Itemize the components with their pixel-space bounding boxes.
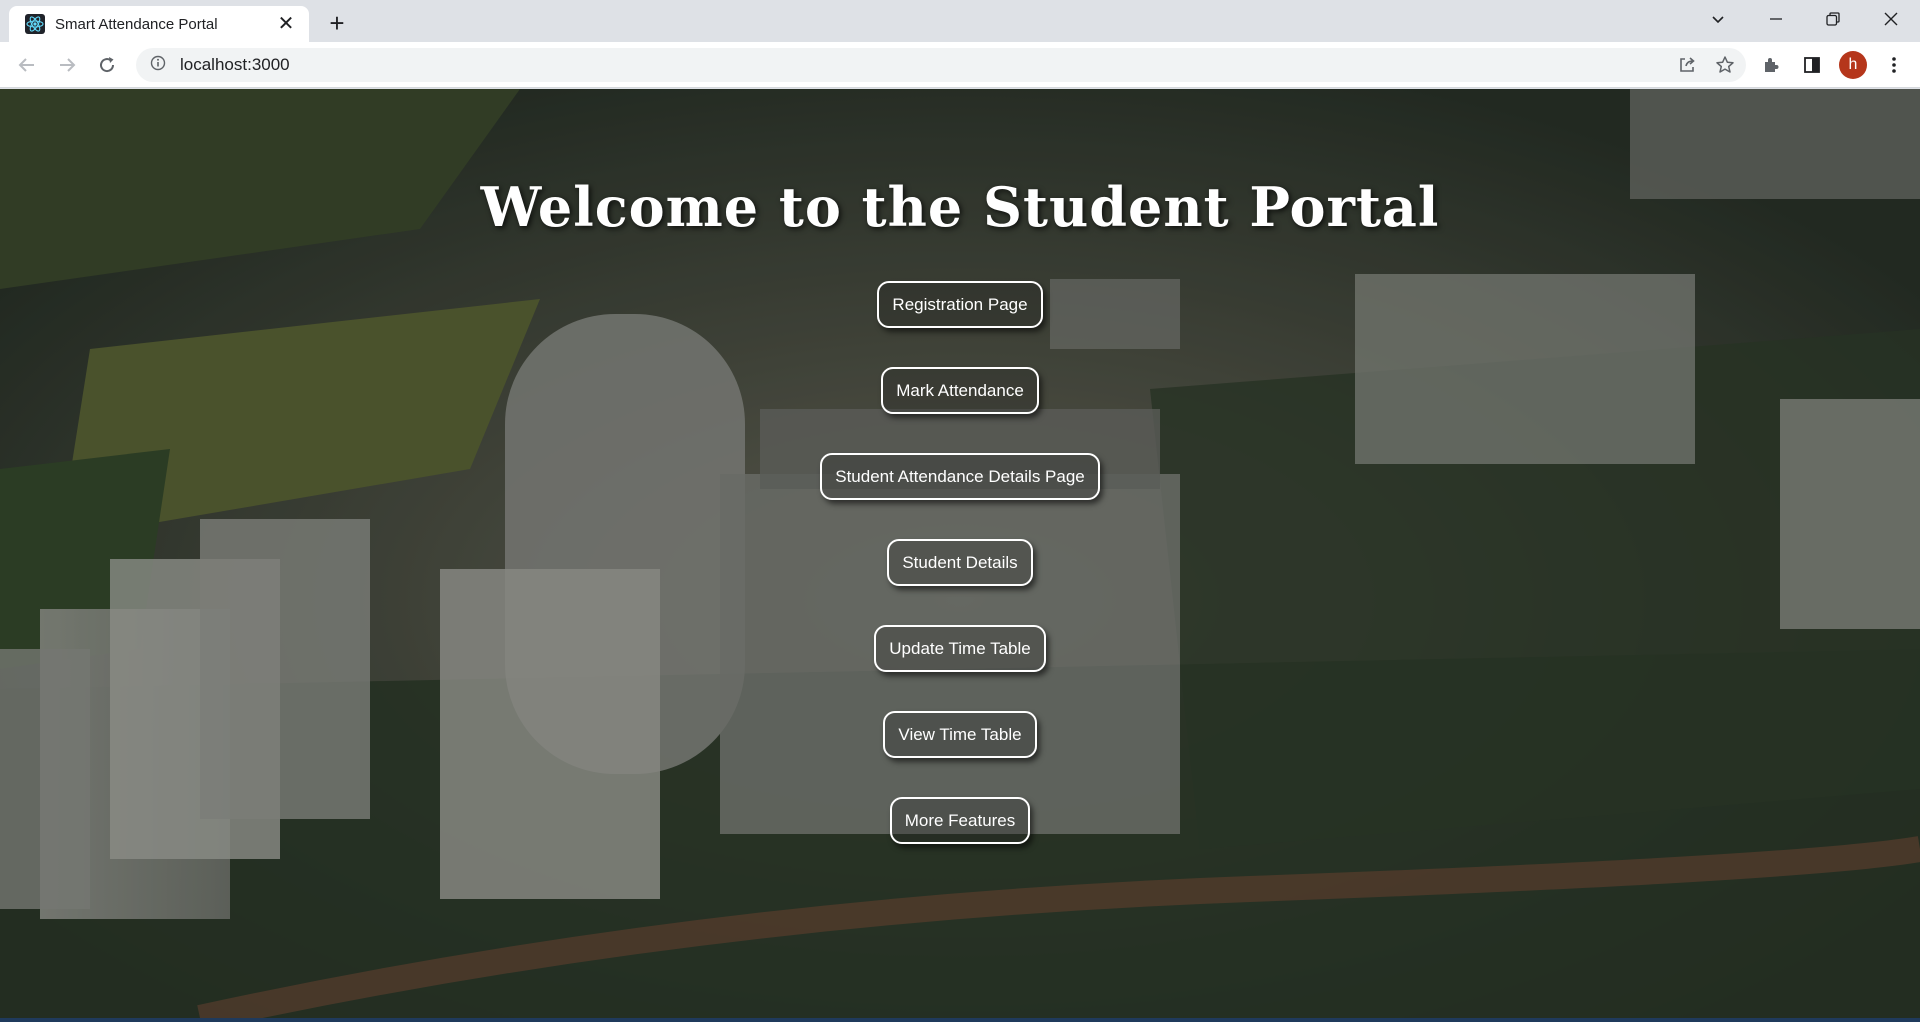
minimize-icon[interactable] bbox=[1761, 4, 1791, 34]
student-details-button[interactable]: Student Details bbox=[887, 539, 1033, 586]
browser-toolbar: localhost:3000 h bbox=[0, 42, 1920, 88]
tab-close-icon[interactable]: ✕ bbox=[275, 13, 297, 35]
browser-tab[interactable]: Smart Attendance Portal ✕ bbox=[9, 6, 309, 42]
back-arrow-icon[interactable] bbox=[12, 50, 42, 80]
new-tab-button[interactable]: + bbox=[322, 9, 352, 39]
portal-menu: Registration Page Mark Attendance Studen… bbox=[0, 281, 1920, 844]
restore-icon[interactable] bbox=[1818, 4, 1848, 34]
share-icon[interactable] bbox=[1672, 50, 1702, 80]
forward-arrow-icon[interactable] bbox=[52, 50, 82, 80]
tab-strip: Smart Attendance Portal ✕ + bbox=[0, 0, 1920, 42]
registration-page-button[interactable]: Registration Page bbox=[877, 281, 1043, 328]
info-icon[interactable] bbox=[150, 55, 166, 76]
update-time-table-button[interactable]: Update Time Table bbox=[874, 625, 1046, 672]
page-title: Welcome to the Student Portal bbox=[480, 175, 1440, 239]
close-icon[interactable] bbox=[1876, 4, 1906, 34]
profile-avatar[interactable]: h bbox=[1839, 51, 1867, 79]
react-favicon-icon bbox=[25, 14, 45, 34]
more-features-button[interactable]: More Features bbox=[889, 797, 1031, 844]
reload-icon[interactable] bbox=[92, 50, 122, 80]
mark-attendance-button[interactable]: Mark Attendance bbox=[881, 367, 1039, 414]
page-viewport: Welcome to the Student Portal Registrati… bbox=[0, 89, 1920, 1018]
tab-title: Smart Attendance Portal bbox=[55, 15, 218, 33]
address-bar[interactable]: localhost:3000 bbox=[136, 48, 1746, 82]
url-text: localhost:3000 bbox=[180, 55, 290, 74]
student-attendance-details-button[interactable]: Student Attendance Details Page bbox=[820, 453, 1100, 500]
window-bottom-edge bbox=[0, 1018, 1920, 1022]
tab-search-icon[interactable] bbox=[1703, 4, 1733, 34]
view-time-table-button[interactable]: View Time Table bbox=[883, 711, 1037, 758]
side-panel-icon[interactable] bbox=[1797, 50, 1827, 80]
star-icon[interactable] bbox=[1710, 50, 1740, 80]
extensions-icon[interactable] bbox=[1756, 50, 1786, 80]
kebab-menu-icon[interactable] bbox=[1879, 50, 1909, 80]
